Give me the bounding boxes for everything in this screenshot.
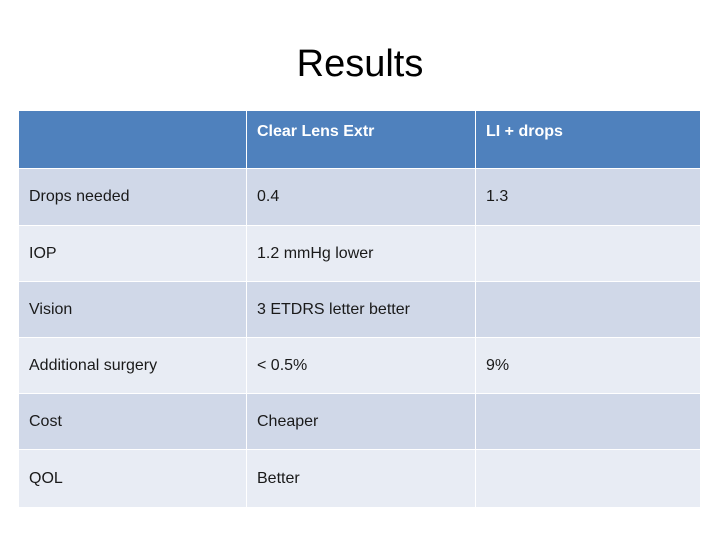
cell-li-plus-drops [475, 225, 701, 282]
cell-clear-lens-extr: 0.4 [246, 168, 476, 226]
row-label: Additional surgery [18, 337, 247, 394]
table-row: Cost Cheaper [18, 393, 701, 450]
cell-clear-lens-extr: Better [246, 449, 476, 508]
row-label: Drops needed [18, 168, 247, 226]
table-row: Drops needed 0.4 1.3 [18, 168, 701, 226]
results-table: Clear Lens Extr LI + drops Drops needed … [18, 110, 701, 508]
cell-li-plus-drops [475, 393, 701, 450]
page-title: Results [296, 43, 424, 85]
column-header-li-plus-drops: LI + drops [475, 110, 701, 169]
cell-li-plus-drops [475, 281, 701, 338]
table-body: Drops needed 0.4 1.3 IOP 1.2 mmHg lower … [18, 168, 701, 508]
cell-clear-lens-extr: Cheaper [246, 393, 476, 450]
column-header-blank [18, 110, 247, 169]
row-label: Vision [18, 281, 247, 338]
row-label: QOL [18, 449, 247, 508]
cell-clear-lens-extr: < 0.5% [246, 337, 476, 394]
cell-li-plus-drops: 1.3 [475, 168, 701, 226]
cell-clear-lens-extr: 3 ETDRS letter better [246, 281, 476, 338]
table-header-row: Clear Lens Extr LI + drops [18, 110, 701, 169]
column-header-clear-lens-extr: Clear Lens Extr [246, 110, 476, 169]
cell-clear-lens-extr: 1.2 mmHg lower [246, 225, 476, 282]
cell-li-plus-drops: 9% [475, 337, 701, 394]
slide: Results Clear Lens Extr LI + drops Drops… [0, 0, 720, 540]
table-header: Clear Lens Extr LI + drops [18, 110, 701, 169]
row-label: IOP [18, 225, 247, 282]
cell-li-plus-drops [475, 449, 701, 508]
table-row: QOL Better [18, 449, 701, 508]
row-label: Cost [18, 393, 247, 450]
table-row: Additional surgery < 0.5% 9% [18, 337, 701, 394]
table-row: IOP 1.2 mmHg lower [18, 225, 701, 282]
table-row: Vision 3 ETDRS letter better [18, 281, 701, 338]
